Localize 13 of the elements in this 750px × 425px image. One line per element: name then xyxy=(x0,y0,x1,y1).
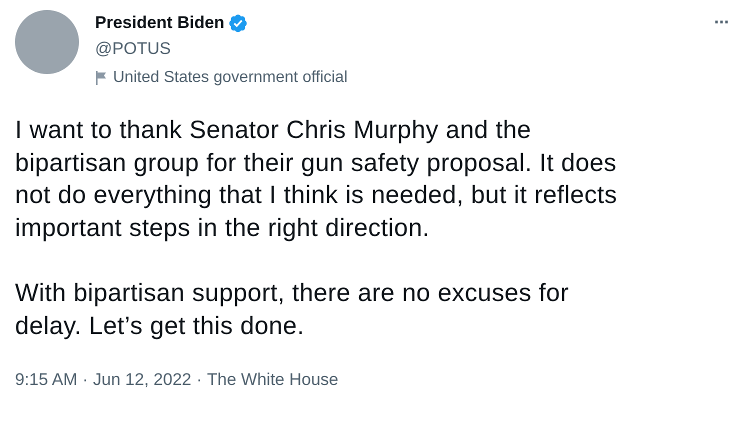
account-label: United States government official xyxy=(113,69,348,87)
flag-icon xyxy=(95,71,107,85)
date-link[interactable]: Jun 12, 2022 xyxy=(93,370,192,390)
separator-dot: · xyxy=(196,370,202,390)
source-link[interactable]: The White House xyxy=(207,370,338,390)
more-button[interactable]: ··· xyxy=(710,12,733,33)
separator-dot: · xyxy=(82,370,88,390)
user-handle[interactable]: @POTUS xyxy=(95,38,694,60)
time-link[interactable]: 9:15 AM xyxy=(15,370,78,390)
tweet-text: I want to thank Senator Chris Murphy and the bipartisan group for their gun safety proposal. It does not do everything that I think is needed, but it reflects important steps in the right direction. xyxy=(15,115,618,244)
tweet-text: With bipartisan support, there are no excuses for delay. Let’s get this done. xyxy=(15,278,570,342)
display-name[interactable]: President Biden xyxy=(95,12,224,34)
verified-badge-icon xyxy=(228,13,248,33)
